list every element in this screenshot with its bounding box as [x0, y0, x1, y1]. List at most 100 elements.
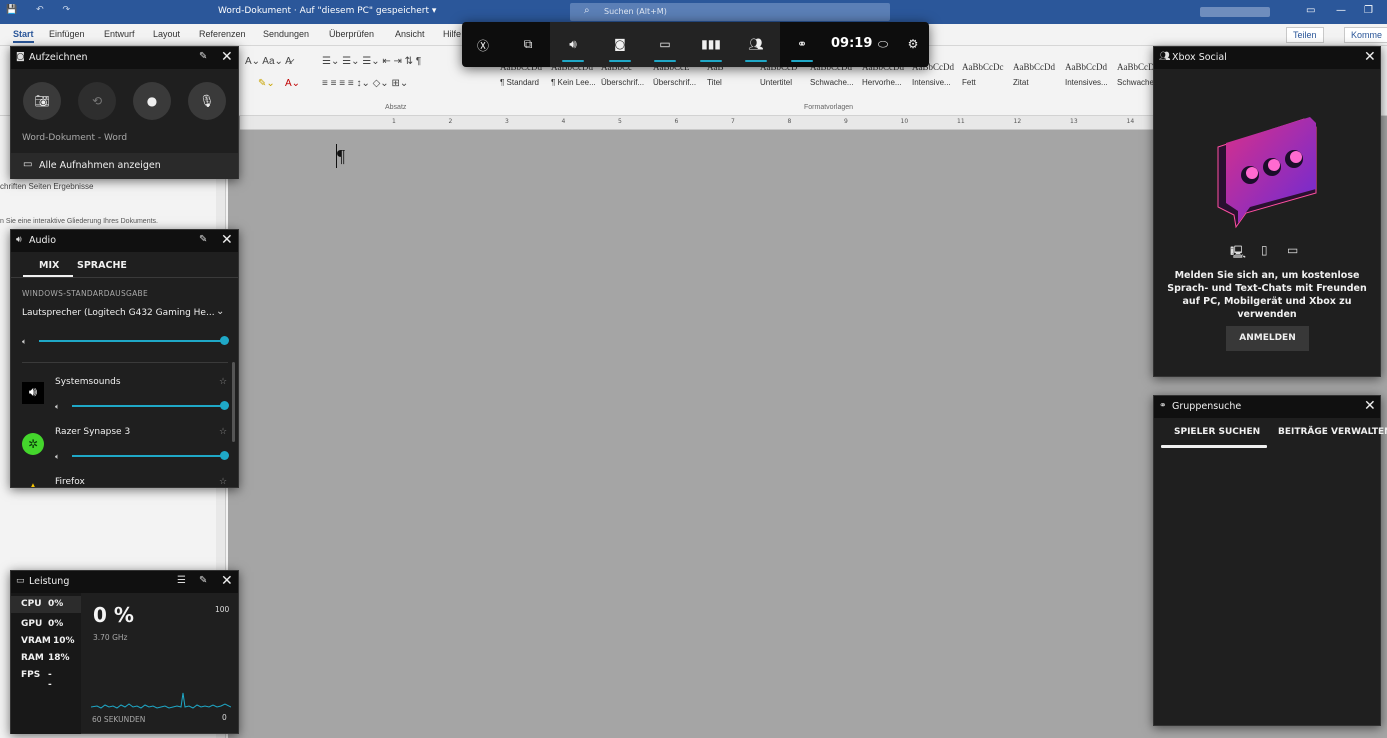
slider-track [72, 405, 224, 407]
slider-track [39, 340, 224, 342]
metric-gpu[interactable]: GPU 0% [21, 619, 63, 629]
share-button[interactable]: Teilen [1286, 27, 1324, 43]
audio-header[interactable]: 🔊︎ Audio ✎ ✕ [11, 230, 238, 252]
show-all-captures-button[interactable]: ▭ Alle Aufnahmen anzeigen [11, 153, 238, 179]
font-size-icon[interactable]: A⌄ Aa⌄ A̷ [245, 56, 292, 67]
tab-sendungen[interactable]: Sendungen [263, 29, 309, 39]
metric-value: -- [48, 670, 52, 690]
record-last-button[interactable]: ⟲ [78, 82, 116, 120]
favorite-star-icon[interactable]: ☆ [219, 377, 227, 387]
gallery-icon: ▭ [23, 159, 33, 170]
close-icon[interactable]: ✕ [1364, 398, 1376, 414]
app-volume-slider[interactable] [72, 401, 229, 411]
lfg-active-indicator [791, 60, 813, 62]
close-icon[interactable]: ✕ [221, 49, 233, 65]
pin-icon[interactable]: ✎ [199, 575, 207, 586]
favorite-star-icon[interactable]: ☆ [219, 427, 227, 437]
highlight-icon[interactable]: ✎⌄ [258, 78, 275, 89]
pin-icon[interactable]: ✎ [199, 51, 207, 62]
metric-cpu[interactable]: CPU 0% [11, 596, 81, 613]
ruler-number: 7 [731, 118, 735, 125]
maximize-icon[interactable]: ❐ [1364, 5, 1373, 16]
style-name: Überschrif... [601, 78, 645, 87]
record-dot-icon: ● [146, 94, 158, 108]
lfg-icon[interactable]: ⚭ [789, 37, 815, 51]
tab-start[interactable]: Start [13, 29, 34, 43]
style-name: Fett [962, 78, 976, 87]
resources-icon[interactable]: ▭ [652, 37, 678, 51]
metric-fps[interactable]: FPS -- [21, 670, 52, 690]
metric-value: 0% [48, 599, 64, 609]
audio-icon[interactable]: 🔊︎ [560, 37, 586, 52]
widget-store-icon[interactable]: ⧉ [515, 37, 541, 52]
style-name: ¶ Standard [500, 78, 539, 87]
slider-thumb[interactable] [220, 401, 229, 410]
metric-label: FPS [21, 670, 41, 680]
tab-voice[interactable]: SPRACHE [77, 260, 127, 271]
record-button[interactable]: ● [133, 82, 171, 120]
slider-thumb[interactable] [220, 336, 229, 345]
metric-value: 18% [48, 653, 70, 663]
lfg-header[interactable]: ⚭ Gruppensuche ✕ [1154, 396, 1380, 418]
metric-vram[interactable]: VRAM 10% [21, 636, 75, 646]
app-volume-slider[interactable] [72, 451, 229, 461]
account-name[interactable] [1200, 7, 1270, 17]
tab-ansicht[interactable]: Ansicht [395, 29, 425, 39]
signin-button[interactable]: ANMELDEN [1226, 326, 1309, 351]
slider-thumb[interactable] [220, 451, 229, 460]
style-preview[interactable]: AaBbCcDd [1013, 62, 1055, 72]
favorite-star-icon[interactable]: ☆ [219, 477, 227, 487]
pin-icon[interactable]: ✎ [199, 234, 207, 245]
tab-ueberpruefen[interactable]: Überprüfen [329, 29, 374, 39]
mouse-icon[interactable]: ⬭ [870, 37, 896, 52]
style-preview[interactable]: AaBbCcDd [1065, 62, 1107, 72]
style-preview[interactable]: AaBbCcDc [962, 62, 1004, 72]
capture-header[interactable]: ◙ Aufzeichnen ✎ ✕ [11, 47, 238, 69]
looking-for-group-widget: ⚭ Gruppensuche ✕ SPIELER SUCHEN BEITRÄGE… [1153, 395, 1387, 726]
app-name-systemsounds: Systemsounds [55, 377, 121, 387]
minimize-icon[interactable]: — [1336, 5, 1346, 16]
tab-referenzen[interactable]: Referenzen [199, 29, 246, 39]
tab-manage-posts[interactable]: BEITRÄGE VERWALTEN [1278, 427, 1387, 437]
performance-header[interactable]: ▭ Leistung ☰ ✎ ✕ [11, 571, 238, 593]
screenshot-button[interactable]: 📷︎ [23, 82, 61, 120]
ribbon-display-icon[interactable]: ▭ [1306, 5, 1315, 16]
volume-icon[interactable]: 🔈︎ [55, 452, 60, 462]
align-icons[interactable]: ≡ ≡ ≡ ≡ ↕⌄ ◇⌄ ⊞⌄ [322, 78, 408, 89]
chevron-down-icon[interactable]: ⌄ [216, 306, 224, 317]
xbox-icon[interactable]: Ⓧ [470, 37, 496, 54]
master-volume-slider[interactable] [39, 336, 229, 346]
metric-ram[interactable]: RAM 18% [21, 653, 70, 663]
options-sliders-icon[interactable]: ☰ [177, 575, 186, 586]
performance-icon[interactable]: ▮▮▮ [698, 37, 724, 51]
list-icons[interactable]: ☰⌄ ☰⌄ ☰⌄ ⇤ ⇥ ⇅ ¶ [322, 56, 421, 67]
close-icon[interactable]: ✕ [1364, 49, 1376, 65]
social-header[interactable]: 👥︎ Xbox Social ✕ [1154, 47, 1380, 69]
close-icon[interactable]: ✕ [221, 573, 233, 589]
tab-einfuegen[interactable]: Einfügen [49, 29, 85, 39]
output-device-select[interactable]: Lautsprecher (Logitech G432 Gaming He... [22, 308, 215, 318]
nav-pane-tabs[interactable]: chriften Seiten Ergebnisse [0, 182, 93, 191]
performance-title: Leistung [29, 576, 70, 587]
firefox-icon: ▲ [28, 480, 38, 488]
word-search-box[interactable]: ⌕ Suchen (Alt+M) [570, 3, 890, 21]
font-color-icon[interactable]: A⌄ [285, 78, 300, 89]
tab-hilfe[interactable]: Hilfe [443, 29, 461, 39]
settings-gear-icon[interactable]: ⚙ [900, 37, 926, 51]
capture-icon[interactable]: ◙ [607, 37, 633, 51]
paragraph-mark[interactable]: ¶ [337, 146, 345, 167]
quick-access-icons[interactable]: 💾 ↶ ↷ [6, 5, 78, 15]
volume-icon[interactable]: 🔈︎ [22, 337, 27, 347]
tab-mix[interactable]: MIX [39, 260, 59, 271]
ruler-number: 12 [1013, 118, 1022, 125]
tab-layout[interactable]: Layout [153, 29, 180, 39]
mic-toggle-button[interactable]: 🎙︎ [188, 82, 226, 120]
tab-entwurf[interactable]: Entwurf [104, 29, 135, 39]
tab-find-players[interactable]: SPIELER SUCHEN [1174, 427, 1260, 437]
comments-button[interactable]: Komme [1344, 27, 1387, 43]
volume-icon[interactable]: 🔈︎ [55, 402, 60, 412]
close-icon[interactable]: ✕ [221, 232, 233, 248]
document-title[interactable]: Word-Dokument · Auf "diesem PC" gespeich… [218, 6, 436, 16]
social-icon[interactable]: 👥︎ [743, 37, 769, 51]
audio-scrollbar[interactable] [232, 362, 235, 442]
